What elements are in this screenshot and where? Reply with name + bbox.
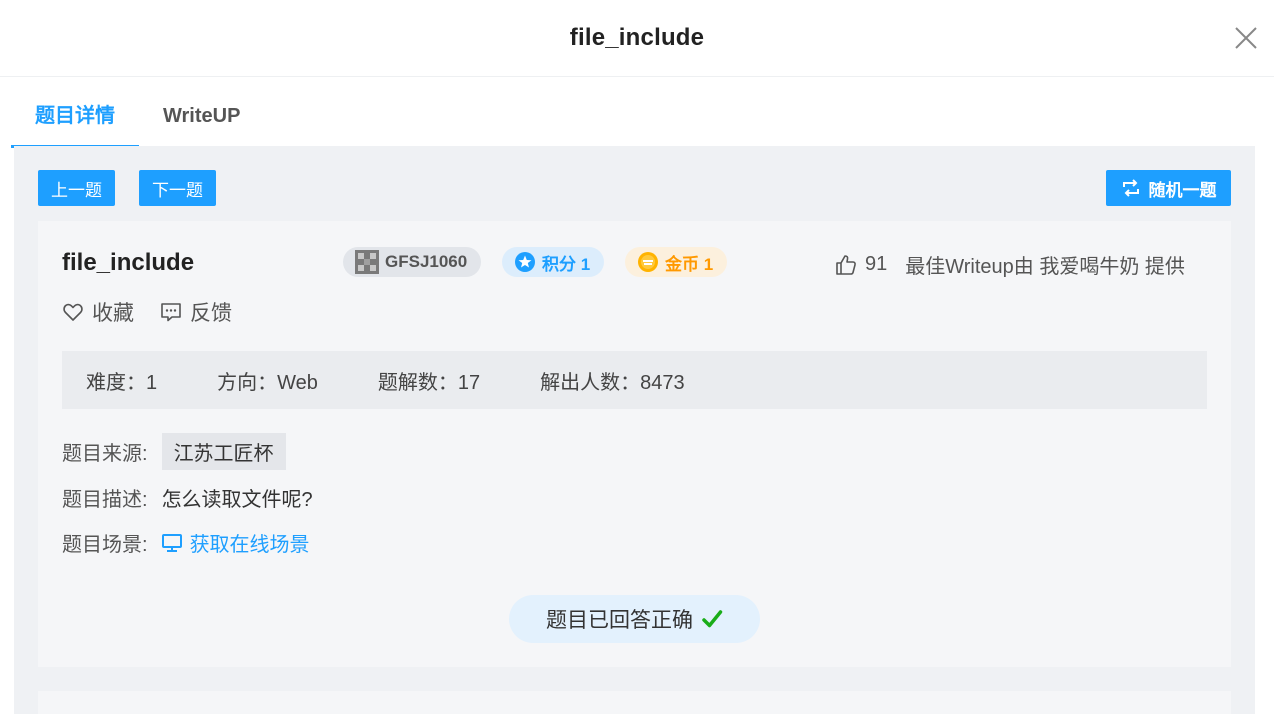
challenge-id: GFSJ1060 xyxy=(385,252,468,271)
get-scene-label: 获取在线场景 xyxy=(189,534,310,556)
tab-challenge-details[interactable]: 题目详情 xyxy=(11,96,139,148)
score-label: 积分 1 xyxy=(542,254,591,274)
stat-solvers: 解出人数：8473 xyxy=(540,371,685,394)
score-badge: 积分 1 xyxy=(502,247,605,277)
coin-icon xyxy=(638,252,658,272)
random-challenge-button[interactable]: 随机一题 xyxy=(1106,170,1231,206)
coin-badge: 金币 1 xyxy=(625,247,728,277)
description-text: 怎么读取文件呢? xyxy=(161,489,313,511)
next-section-card xyxy=(38,691,1231,714)
answered-status: 题目已回答正确 xyxy=(509,595,760,643)
like-count: 91 xyxy=(865,253,888,275)
description-label: 题目描述: xyxy=(62,489,148,511)
prev-challenge-button[interactable]: 上一题 xyxy=(38,170,115,206)
content-area: 上一题 下一题 随机一题 file_include GFSJ1060 积分 1 … xyxy=(14,146,1255,714)
challenge-actions: 收藏 反馈 xyxy=(62,297,232,327)
id-avatar-icon xyxy=(355,250,379,274)
star-icon xyxy=(515,252,535,272)
feedback-label: 反馈 xyxy=(190,302,232,325)
get-scene-link[interactable]: 获取在线场景 xyxy=(161,528,310,557)
source-label: 题目来源: xyxy=(62,443,148,465)
feedback-button[interactable]: 反馈 xyxy=(160,297,232,327)
checkmark-icon xyxy=(702,610,723,628)
source-row: 题目来源: 江苏工匠杯 xyxy=(62,433,286,470)
random-challenge-label: 随机一题 xyxy=(1148,180,1217,200)
challenge-id-badge: GFSJ1060 xyxy=(343,247,482,277)
challenge-modal: file_include 题目详情 WriteUP 上一题 下一题 随机一题 f… xyxy=(0,0,1274,714)
coin-label: 金币 1 xyxy=(665,254,714,274)
description-row: 题目描述: 怎么读取文件呢? xyxy=(62,483,313,512)
close-button[interactable] xyxy=(1232,24,1260,52)
close-icon xyxy=(1235,27,1257,49)
scene-label: 题目场景: xyxy=(62,534,148,556)
shuffle-icon xyxy=(1122,179,1139,197)
tab-bar: 题目详情 WriteUP xyxy=(11,96,264,148)
stat-writeups: 题解数：17 xyxy=(377,371,481,394)
thumbs-up-icon[interactable] xyxy=(835,254,857,276)
best-writeup-text: 最佳Writeup由 我爱喝牛奶 提供 xyxy=(905,256,1185,278)
source-tag[interactable]: 江苏工匠杯 xyxy=(161,433,286,470)
stat-direction: 方向：Web xyxy=(217,371,318,394)
feedback-icon xyxy=(161,303,181,322)
challenge-title: file_include xyxy=(62,249,195,276)
tab-writeup[interactable]: WriteUP xyxy=(139,96,264,148)
challenge-card: file_include GFSJ1060 积分 1 金币 1 91 最佳Wri… xyxy=(38,221,1231,667)
like-area: 91 最佳Writeup由 我爱喝牛奶 提供 xyxy=(835,250,1185,279)
favorite-label: 收藏 xyxy=(92,302,134,325)
modal-title: file_include xyxy=(569,24,705,51)
monitor-icon xyxy=(161,533,182,552)
stats-bar: 难度：1 方向：Web 题解数：17 解出人数：8473 xyxy=(62,351,1207,409)
heart-icon xyxy=(63,303,83,321)
answered-text: 题目已回答正确 xyxy=(546,609,693,632)
modal-header: file_include xyxy=(0,0,1274,77)
scene-row: 题目场景: 获取在线场景 xyxy=(62,528,310,557)
stat-difficulty: 难度：1 xyxy=(86,371,158,394)
next-challenge-button[interactable]: 下一题 xyxy=(139,170,216,206)
favorite-button[interactable]: 收藏 xyxy=(62,297,134,327)
